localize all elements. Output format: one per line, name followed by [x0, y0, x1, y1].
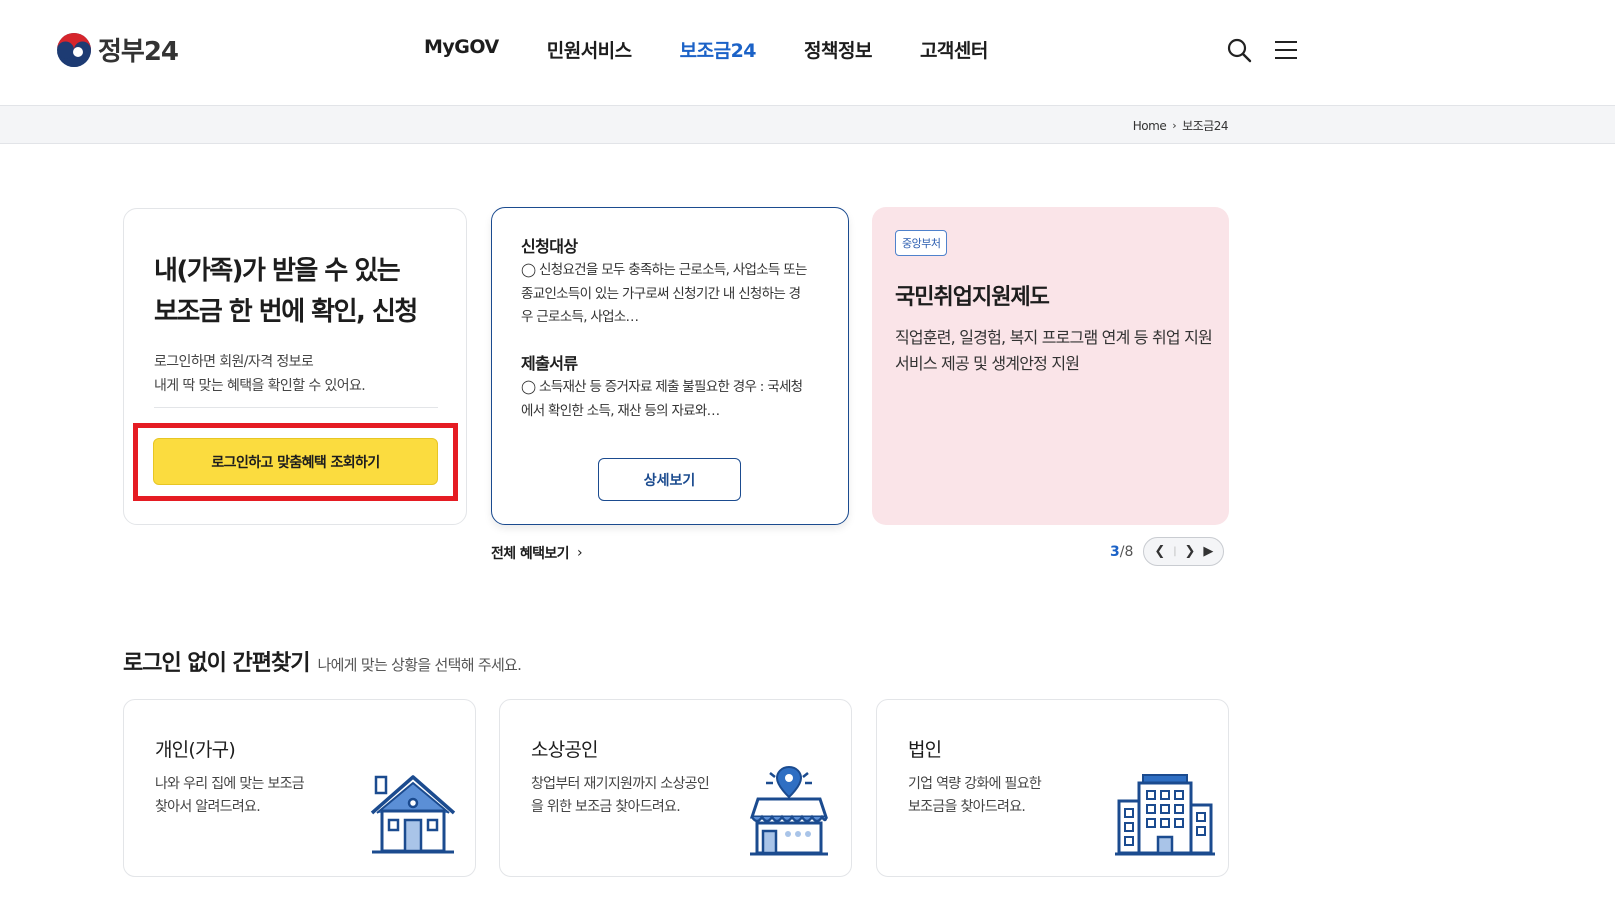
gov24-logo[interactable]: 정부24: [56, 31, 179, 68]
separator-icon: |: [1173, 546, 1177, 557]
target-heading: 신청대상: [521, 237, 578, 256]
category-desc-line2: 찾아서 알려드려요.: [155, 799, 261, 815]
login-desc-line2: 내게 딱 맞는 혜택을 확인할 수 있어요.: [154, 378, 366, 394]
site-header: 정부24 MyGOV 민원서비스 보조금24 정책정보 고객센터: [0, 0, 1615, 105]
nav-mygov[interactable]: MyGOV: [424, 36, 499, 63]
nav-subsidy24[interactable]: 보조금24: [680, 36, 757, 63]
login-card-desc: 로그인하면 회원/자격 정보로 내게 딱 맞는 혜택을 확인할 수 있어요.: [154, 350, 444, 398]
pager-current: 3: [1110, 543, 1120, 560]
chevron-right-icon: ›: [576, 545, 583, 561]
category-desc-line1: 나와 우리 집에 맞는 보조금: [155, 776, 305, 792]
building-icon: [1115, 774, 1215, 856]
breadcrumb-current[interactable]: 보조금24: [1182, 117, 1228, 134]
quick-find-subtitle: 나에게 맞는 상황을 선택해 주세요.: [317, 656, 522, 674]
breadcrumb-home[interactable]: Home: [1133, 119, 1167, 133]
chevron-right-icon: ›: [1172, 119, 1177, 132]
featured-title: 국민취업지원제도: [895, 285, 1050, 310]
pager-count: 3/8: [1110, 544, 1133, 560]
divider: [154, 407, 438, 408]
quick-find-heading: 로그인 없이 간편찾기 나에게 맞는 상황을 선택해 주세요.: [123, 645, 522, 677]
login-check-benefits-button[interactable]: 로그인하고 맞춤혜택 조회하기: [153, 438, 438, 485]
benefit-detail-card: 신청대상 ◯ 신청요건을 모두 충족하는 근로소득, 사업소득 또는 종교인소득…: [491, 207, 849, 525]
ministry-tag: 중앙부처: [895, 230, 948, 256]
category-desc: 창업부터 재기지원까지 소상공인 을 위한 보조금 찾아드려요.: [531, 773, 731, 819]
category-title: 소상공인: [531, 739, 599, 761]
shop-icon: [749, 765, 829, 856]
login-title-line2: 보조금 한 번에 확인, 신청: [154, 297, 418, 327]
login-card-title: 내(가족)가 받을 수 있는 보조금 한 번에 확인, 신청: [154, 251, 454, 333]
house-icon: [370, 775, 456, 854]
login-desc-line1: 로그인하면 회원/자격 정보로: [154, 354, 314, 370]
nav-customer-center[interactable]: 고객센터: [920, 36, 988, 63]
prev-arrow-icon[interactable]: ❮: [1154, 544, 1165, 559]
search-icon[interactable]: [1226, 37, 1252, 63]
category-desc: 기업 역량 강화에 필요한 보조금을 찾아드려요.: [908, 773, 1108, 819]
menu-icon[interactable]: [1273, 37, 1299, 63]
login-title-line1: 내(가족)가 받을 수 있는: [154, 256, 401, 286]
category-title: 법인: [908, 739, 942, 761]
nav-policy-info[interactable]: 정책정보: [804, 36, 872, 63]
category-desc-line2: 을 위한 보조금 찾아드려요.: [531, 799, 681, 815]
featured-benefit-card[interactable]: 중앙부처 국민취업지원제도 직업훈련, 일경험, 복지 프로그램 연계 등 취업…: [872, 207, 1229, 525]
play-icon[interactable]: ▶: [1203, 544, 1213, 559]
pager-controls: ❮ | ❯ ▶: [1143, 537, 1225, 566]
category-desc-line1: 창업부터 재기지원까지 소상공인: [531, 776, 710, 792]
breadcrumb-bar: Home › 보조금24: [0, 105, 1615, 144]
main-nav: MyGOV 민원서비스 보조금24 정책정보 고객센터: [424, 36, 1036, 63]
category-card-corporation[interactable]: 법인 기업 역량 강화에 필요한 보조금을 찾아드려요.: [876, 699, 1229, 877]
view-detail-button[interactable]: 상세보기: [598, 458, 741, 501]
login-benefit-card: 내(가족)가 받을 수 있는 보조금 한 번에 확인, 신청 로그인하면 회원/…: [123, 208, 467, 525]
docs-text: ◯ 소득재산 등 증거자료 제출 불필요한 경우 : 국세청에서 확인한 소득,…: [521, 379, 803, 419]
all-benefits-link[interactable]: 전체 혜택보기 ›: [491, 543, 583, 563]
nav-civil-service[interactable]: 민원서비스: [547, 36, 632, 63]
category-desc: 나와 우리 집에 맞는 보조금 찾아서 알려드려요.: [155, 773, 355, 819]
category-card-small-business[interactable]: 소상공인 창업부터 재기지원까지 소상공인 을 위한 보조금 찾아드려요.: [499, 699, 852, 877]
carousel-pager: 3/8 ❮ | ❯ ▶: [1110, 537, 1225, 566]
category-desc-line2: 보조금을 찾아드려요.: [908, 799, 1026, 815]
next-arrow-icon[interactable]: ❯: [1185, 544, 1196, 559]
docs-heading: 제출서류: [521, 354, 578, 373]
category-desc-line1: 기업 역량 강화에 필요한: [908, 776, 1042, 792]
target-text: ◯ 신청요건을 모두 충족하는 근로소득, 사업소득 또는 종교인소득이 있는 …: [521, 262, 807, 325]
breadcrumb: Home › 보조금24: [1133, 117, 1229, 134]
all-benefits-label: 전체 혜택보기: [491, 546, 570, 562]
pager-total: 8: [1124, 543, 1134, 560]
logo-text: 정부24: [98, 37, 179, 67]
category-title: 개인(가구): [155, 739, 236, 761]
featured-desc: 직업훈련, 일경험, 복지 프로그램 연계 등 취업 지원서비스 제공 및 생계…: [895, 328, 1213, 373]
category-card-individual[interactable]: 개인(가구) 나와 우리 집에 맞는 보조금 찾아서 알려드려요.: [123, 699, 476, 877]
taegeuk-logo-icon: [57, 32, 91, 67]
quick-find-title: 로그인 없이 간편찾기: [123, 651, 310, 676]
